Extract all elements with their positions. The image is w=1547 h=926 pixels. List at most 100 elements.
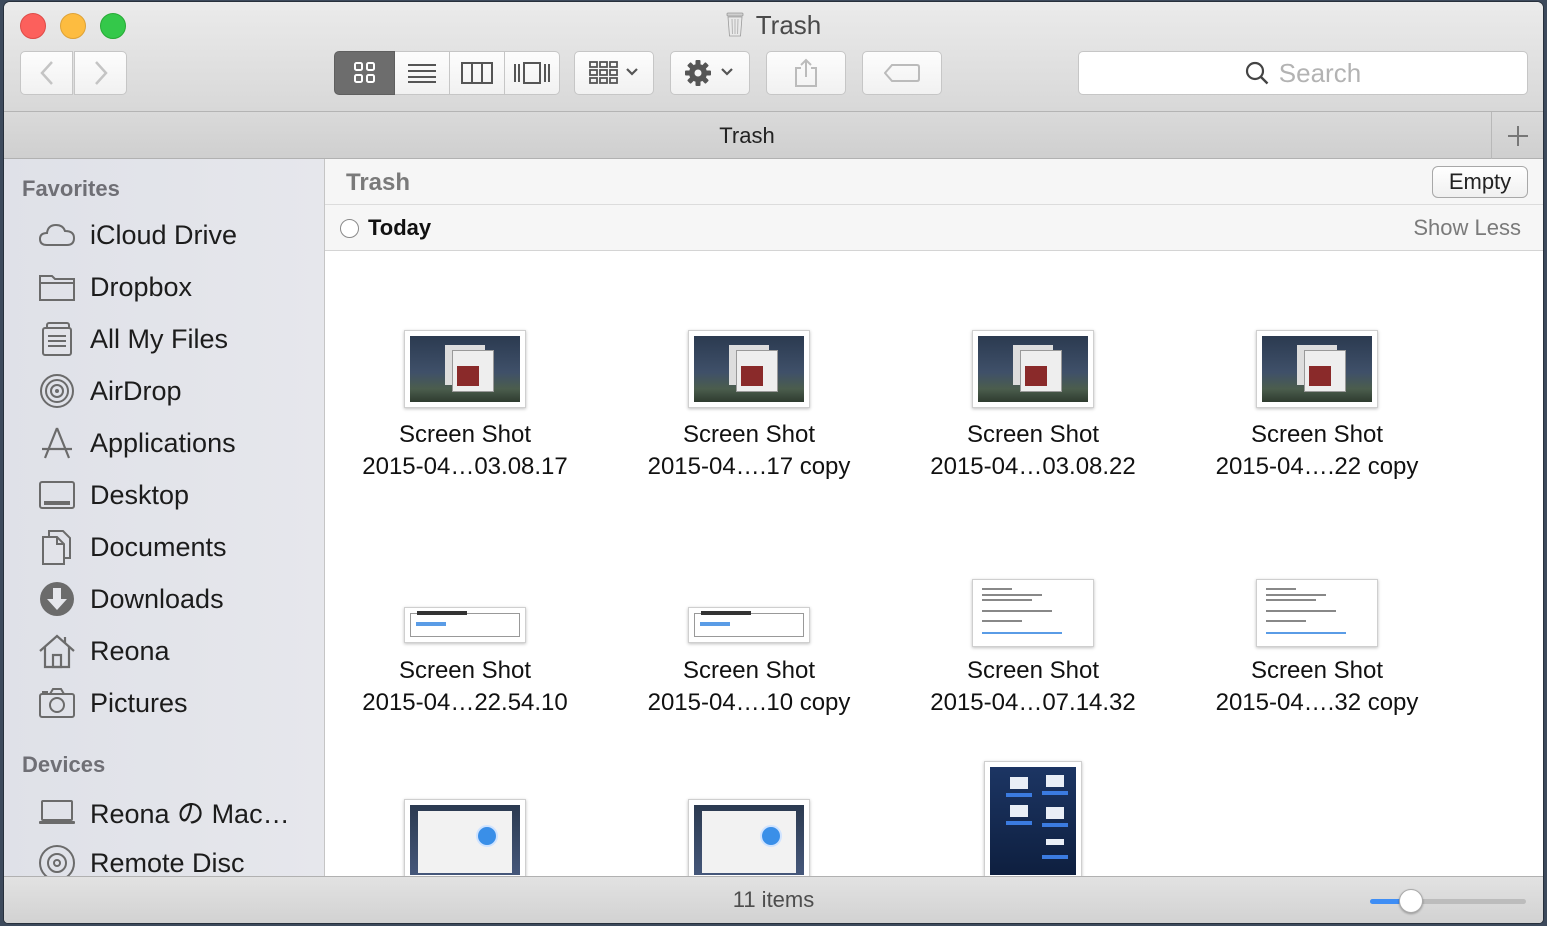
sidebar-item-label: Documents: [90, 531, 227, 562]
view-mode-control: [334, 51, 560, 95]
folder-icon: [39, 275, 75, 301]
sidebar-item-dropbox[interactable]: Dropbox: [38, 265, 192, 309]
icon-view-button[interactable]: [334, 51, 395, 95]
file-name-line2: 2015-04….32 copy: [1215, 689, 1419, 716]
plus-icon: [1507, 125, 1528, 146]
sidebar-item-all-my-files[interactable]: All My Files: [38, 317, 228, 361]
sidebar-item-mac[interactable]: Reona の Mac…: [38, 789, 290, 833]
file-name-line1: Screen Shot: [398, 657, 532, 684]
item-count: 11 items: [732, 887, 815, 912]
sidebar-item-desktop[interactable]: Desktop: [38, 473, 189, 517]
sidebar-item-icloud-drive[interactable]: iCloud Drive: [38, 213, 237, 257]
sidebar-item-documents[interactable]: Documents: [38, 525, 227, 569]
search-placeholder: Search: [1278, 57, 1362, 88]
airdrop-icon: [40, 374, 74, 408]
file-name-line1: Screen Shot: [966, 657, 1100, 684]
file-item[interactable]: Screen Shot 2015-04…07.14.32: [893, 579, 1173, 729]
sidebar-item-label: Pictures: [90, 687, 188, 718]
file-thumbnail: [404, 607, 526, 643]
cover-flow-icon: [514, 62, 550, 84]
file-item[interactable]: Screen Shot 2015-04…03.08.22: [893, 329, 1173, 489]
file-name-line1: Screen Shot: [398, 421, 532, 448]
forward-button[interactable]: [74, 51, 127, 95]
sidebar-item-label: Reona の Mac…: [90, 798, 290, 829]
chevron-left-icon: [39, 61, 53, 85]
show-less-link[interactable]: Show Less: [1413, 215, 1521, 241]
sidebar-item-label: All My Files: [90, 323, 229, 354]
file-thumbnail: [972, 579, 1094, 647]
file-item[interactable]: Screen Shot 2015-04…03.08.17: [325, 329, 605, 489]
file-thumbnail: [404, 799, 526, 876]
file-thumbnail: [688, 607, 810, 643]
file-name-line1: Screen Shot: [682, 657, 816, 684]
sidebar-item-label: Reona: [90, 635, 170, 666]
grid-icon: [353, 62, 375, 83]
file-item[interactable]: [325, 799, 605, 876]
file-item[interactable]: [609, 799, 889, 876]
file-item[interactable]: Screen Shot 2015-04….17 copy: [609, 329, 889, 489]
empty-trash-button[interactable]: Empty: [1432, 166, 1528, 198]
back-button[interactable]: [20, 51, 73, 95]
tab-trash[interactable]: Trash: [4, 112, 1490, 159]
sidebar-item-label: iCloud Drive: [90, 219, 238, 250]
path-header: Trash Empty: [325, 159, 1543, 205]
file-item[interactable]: [893, 761, 1173, 876]
share-icon: [795, 58, 817, 87]
arrange-button[interactable]: [574, 51, 654, 95]
sidebar-item-label: Applications: [90, 427, 236, 458]
slider-knob[interactable]: [1398, 889, 1423, 913]
icon-size-slider[interactable]: [1370, 889, 1526, 913]
cloud-icon: [38, 223, 76, 246]
tag-button[interactable]: [862, 51, 942, 95]
cover-flow-view-button[interactable]: [505, 51, 560, 95]
sidebar-item-label: Downloads: [90, 583, 224, 614]
file-thumbnail: [1256, 330, 1378, 408]
group-select-radio[interactable]: [340, 219, 359, 238]
new-tab-button[interactable]: [1491, 112, 1543, 159]
sidebar-item-remote-disc[interactable]: Remote Disc: [38, 841, 245, 876]
file-name-line1: Screen Shot: [1250, 421, 1384, 448]
file-thumbnail: [404, 330, 526, 408]
file-item[interactable]: Screen Shot 2015-04….32 copy: [1177, 579, 1457, 729]
sidebar-item-reona[interactable]: Reona: [38, 629, 170, 673]
column-view-button[interactable]: [450, 51, 505, 95]
toolbar: Trash Search: [4, 2, 1543, 112]
camera-icon: [39, 688, 75, 718]
file-item[interactable]: Screen Shot 2015-04….22 copy: [1177, 329, 1457, 489]
search-field[interactable]: Search: [1078, 51, 1528, 95]
sidebar-item-label: AirDrop: [90, 375, 182, 406]
sidebar-item-pictures[interactable]: Pictures: [38, 681, 188, 725]
trash-icon: [726, 12, 744, 37]
file-name-line2: 2015-04….10 copy: [647, 689, 851, 716]
tab-bar: Trash: [4, 112, 1543, 159]
tag-icon: [884, 64, 920, 82]
file-name-line1: Screen Shot: [682, 421, 816, 448]
folder-title: Trash: [346, 169, 411, 196]
list-icon: [408, 64, 436, 83]
file-thumbnail: [1256, 579, 1378, 647]
file-name-line2: 2015-04…03.08.17: [362, 453, 568, 480]
sidebar: Favorites iCloud Drive Dropbox All My Fi…: [4, 159, 325, 876]
file-thumbnail: [688, 799, 810, 876]
desktop-preview: [1006, 775, 1068, 859]
search-icon: [1245, 61, 1269, 85]
disc-icon: [39, 845, 75, 876]
list-view-button[interactable]: [395, 51, 450, 95]
file-item[interactable]: Screen Shot 2015-04….10 copy: [609, 579, 889, 729]
sidebar-item-downloads[interactable]: Downloads: [38, 577, 224, 621]
sidebar-item-label: Remote Disc: [90, 847, 245, 877]
finder-window: Trash Search Trash Favorites iCloud Driv…: [4, 2, 1543, 923]
sidebar-item-applications[interactable]: Applications: [38, 421, 236, 465]
file-browser: Trash Empty Today Show Less Screen Shot …: [325, 159, 1543, 876]
file-item[interactable]: Screen Shot 2015-04…22.54.10: [325, 579, 605, 729]
downloads-icon: [40, 582, 74, 616]
arrange-grid-icon: [589, 61, 638, 84]
share-button[interactable]: [766, 51, 846, 95]
action-button[interactable]: [670, 51, 750, 95]
sidebar-header-devices: Devices: [22, 752, 106, 777]
file-thumbnail: [688, 330, 810, 408]
sidebar-item-airdrop[interactable]: AirDrop: [38, 369, 182, 413]
file-name-line2: 2015-04….22 copy: [1215, 453, 1419, 480]
file-thumbnail: [984, 761, 1082, 876]
sidebar-header-favorites: Favorites: [22, 176, 120, 201]
